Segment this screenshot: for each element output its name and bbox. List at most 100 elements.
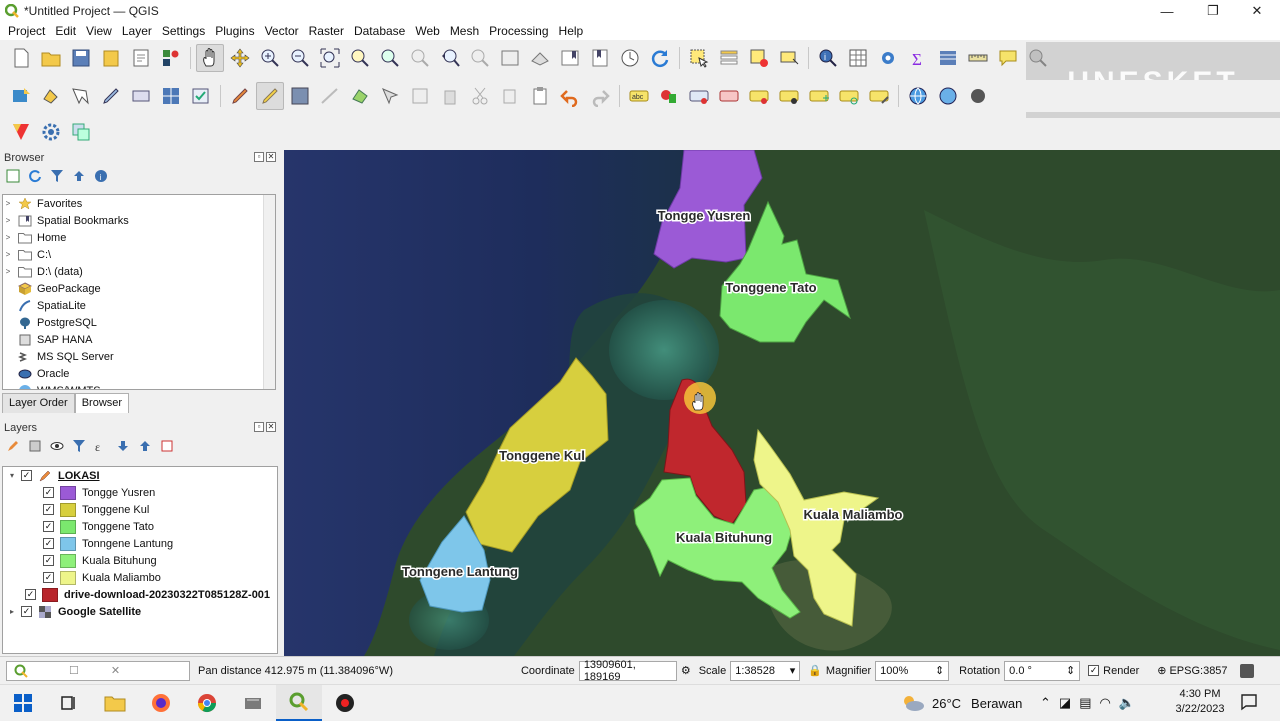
expand-arrow-icon[interactable]: >: [3, 250, 13, 259]
manage-visibility-icon[interactable]: [48, 437, 66, 455]
layer-visibility-checkbox[interactable]: ✓: [21, 470, 32, 481]
change-label-button[interactable]: [865, 82, 893, 110]
undo-button[interactable]: [556, 82, 584, 110]
layer-visibility-checkbox[interactable]: ✓: [43, 521, 54, 532]
collapse-all-icon[interactable]: [70, 167, 88, 185]
expand-arrow-icon[interactable]: >: [3, 199, 13, 208]
current-edits-button[interactable]: [226, 82, 254, 110]
float-panel-button[interactable]: ▫: [254, 422, 264, 432]
collapse-arrow-icon[interactable]: ▾: [7, 471, 17, 480]
clock[interactable]: 4:30 PM 3/22/2023: [1172, 687, 1228, 717]
layer-visibility-checkbox[interactable]: ✓: [43, 555, 54, 566]
map-tips-button[interactable]: [994, 44, 1022, 72]
filter-legend-icon[interactable]: [70, 437, 88, 455]
flag-plugin-button[interactable]: [7, 118, 35, 146]
file-explorer-icon[interactable]: [92, 685, 138, 721]
browser-item[interactable]: GeoPackage: [3, 280, 275, 297]
pan-to-selection-button[interactable]: [226, 44, 254, 72]
add-grid-button[interactable]: [157, 82, 185, 110]
menu-web[interactable]: Web: [415, 24, 439, 38]
attribute-table-button[interactable]: [844, 44, 872, 72]
expand-arrow-icon[interactable]: >: [3, 233, 13, 242]
browser-item[interactable]: > Spatial Bookmarks: [3, 212, 275, 229]
restore-icon[interactable]: ☐: [69, 664, 79, 677]
zoom-native-button[interactable]: [406, 44, 434, 72]
expand-arrow-icon[interactable]: >: [3, 216, 13, 225]
qgis-taskbar-icon[interactable]: [276, 684, 322, 721]
collapse-arrow-icon[interactable]: ▸: [7, 607, 17, 616]
show-bookmarks-button[interactable]: [586, 44, 614, 72]
refresh-button[interactable]: [646, 44, 674, 72]
gps-button[interactable]: [964, 82, 992, 110]
expand-arrow-icon[interactable]: >: [3, 267, 13, 276]
rotate-label-button[interactable]: [835, 82, 863, 110]
add-polygon-button[interactable]: [346, 82, 374, 110]
tray-chevron-icon[interactable]: ⌃: [1040, 695, 1051, 711]
tray-volume-icon[interactable]: 🔈: [1119, 695, 1135, 711]
save-project-button[interactable]: [67, 44, 95, 72]
zoom-last-button[interactable]: [436, 44, 464, 72]
layer-visibility-checkbox[interactable]: ✓: [21, 606, 32, 617]
add-selected-layers-icon[interactable]: [4, 167, 22, 185]
menu-settings[interactable]: Settings: [162, 24, 205, 38]
layer-item-raster[interactable]: ✓ drive-download-20230322T085128Z-001: [3, 586, 277, 603]
add-raster-layer-button[interactable]: [67, 82, 95, 110]
save-as-button[interactable]: [97, 44, 125, 72]
tray-app-icon[interactable]: ◪: [1059, 695, 1071, 711]
identify-button[interactable]: i: [814, 44, 842, 72]
menu-view[interactable]: View: [86, 24, 112, 38]
recorder-icon[interactable]: [322, 685, 368, 721]
label-tool-button[interactable]: abc: [625, 82, 653, 110]
magnifier-field[interactable]: 100% ⇕: [875, 660, 950, 681]
open-project-button[interactable]: [37, 44, 65, 72]
browser-item[interactable]: SpatiaLite: [3, 297, 275, 314]
processing-toolbox-button[interactable]: [874, 44, 902, 72]
add-group-icon[interactable]: [26, 437, 44, 455]
print-layout-button[interactable]: [127, 44, 155, 72]
windows-start-icon[interactable]: [0, 685, 46, 721]
zoom-selection-button[interactable]: [346, 44, 374, 72]
zoom-full-button[interactable]: [316, 44, 344, 72]
redo-button[interactable]: [586, 82, 614, 110]
scale-dropdown-icon[interactable]: ▾: [790, 664, 796, 677]
browser-item[interactable]: > D:\ (data): [3, 263, 275, 280]
menu-database[interactable]: Database: [354, 24, 405, 38]
menu-plugins[interactable]: Plugins: [215, 24, 254, 38]
map-canvas[interactable]: Tongge Yusren Tonggene Tato Tonggene Kul…: [284, 150, 1280, 656]
rotation-field[interactable]: 0.0 ° ⇕: [1004, 660, 1081, 681]
filter-expression-icon[interactable]: ε: [92, 437, 110, 455]
layer-visibility-checkbox[interactable]: ✓: [43, 572, 54, 583]
delete-selected-button[interactable]: [436, 82, 464, 110]
maximize-button[interactable]: ❐: [1190, 0, 1236, 22]
select-features-button[interactable]: [685, 44, 713, 72]
digitize-line-button[interactable]: [316, 82, 344, 110]
zoom-in-button[interactable]: [256, 44, 284, 72]
layer-item[interactable]: ✓ Kuala Maliambo: [3, 569, 277, 586]
menu-vector[interactable]: Vector: [265, 24, 299, 38]
select-by-value-button[interactable]: [715, 44, 743, 72]
tab-layer-order[interactable]: Layer Order: [2, 393, 75, 413]
rotation-spin-icon[interactable]: ⇕: [1066, 664, 1075, 677]
layer-item[interactable]: ✓ Tongge Yusren: [3, 484, 277, 501]
georeference-button[interactable]: [934, 82, 962, 110]
layer-visibility-checkbox[interactable]: ✓: [43, 504, 54, 515]
layer-visibility-checkbox[interactable]: ✓: [25, 589, 36, 600]
open-table-button[interactable]: [934, 44, 962, 72]
add-checked-layer-button[interactable]: [187, 82, 215, 110]
settings-gear-button[interactable]: [37, 118, 65, 146]
new-project-button[interactable]: [7, 44, 35, 72]
new-3d-view-button[interactable]: [526, 44, 554, 72]
minimize-button[interactable]: —: [1144, 0, 1190, 22]
cut-features-button[interactable]: [466, 82, 494, 110]
expand-all-icon[interactable]: [114, 437, 132, 455]
temporal-controller-button[interactable]: [616, 44, 644, 72]
style-panel-icon[interactable]: [4, 437, 22, 455]
scale-field[interactable]: 1:38528 ▾: [730, 660, 801, 681]
browser-scrollbar[interactable]: [263, 195, 275, 389]
chrome-icon[interactable]: [184, 685, 230, 721]
menu-edit[interactable]: Edit: [55, 24, 76, 38]
browser-item[interactable]: WMS/WMTS: [3, 382, 275, 389]
browser-item[interactable]: PostgreSQL: [3, 314, 275, 331]
vertex-tool-button[interactable]: [376, 82, 404, 110]
menu-help[interactable]: Help: [559, 24, 584, 38]
